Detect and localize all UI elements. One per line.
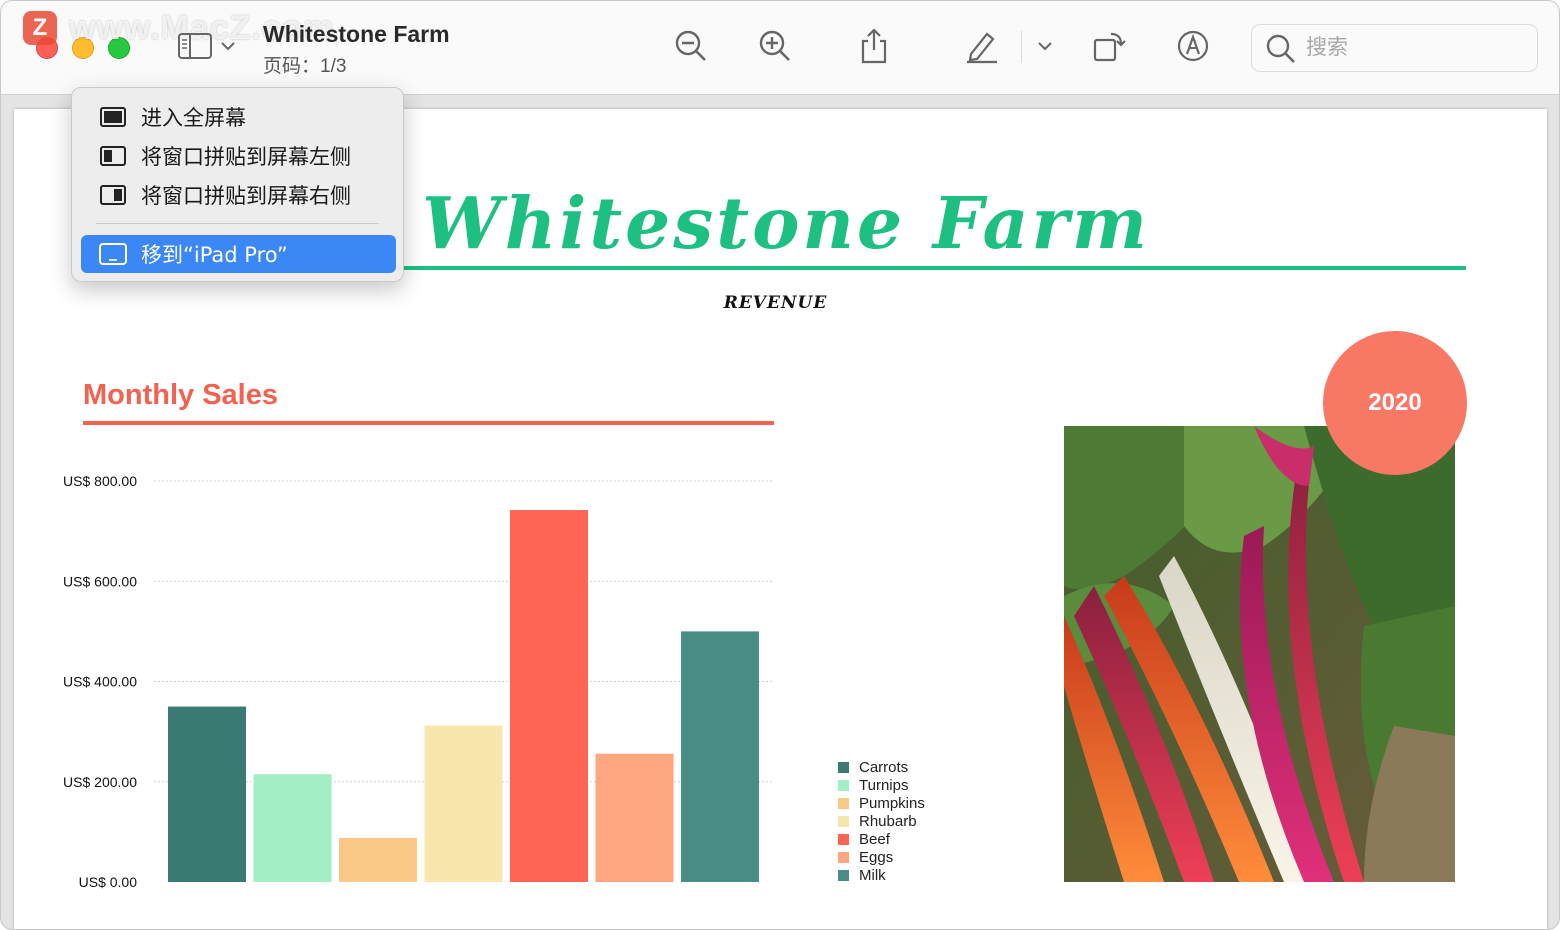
legend-label: Pumpkins [859,794,925,812]
chevron-down-icon[interactable] [211,26,245,66]
menu-item-label: 将窗口拼贴到屏幕左侧 [141,145,351,169]
y-tick-label: US$ 200.00 [63,774,137,790]
legend-label: Beef [859,830,890,848]
menu-item-label: 将窗口拼贴到屏幕右侧 [141,184,351,208]
menu-item-label: 移到“iPad Pro” [141,243,288,267]
bar-eggs [595,753,674,882]
legend-swatch [838,851,849,863]
legend-label: Milk [859,866,886,884]
watermark-logo: Z [23,11,57,45]
monthly-sales-rule [83,421,774,425]
legend-swatch [838,833,849,845]
title-rule [394,266,1466,270]
toolbar-separator [1021,31,1022,63]
chart-legend: Carrots Turnips Pumpkins Rhubarb Beef Eggs Mil… [838,758,925,884]
fullscreen-icon [99,106,127,128]
monthly-sales-chart: US$ 0.00 US$ 200.00 US$ 400.00 US$ 600.00 US… [63,473,774,890]
menu-item-tile-left[interactable]: 将窗口拼贴到屏幕左侧 [81,137,396,175]
bar-pumpkins [339,837,417,882]
farm-title: Whitestone Farm [422,181,1150,265]
highlight-pen-icon[interactable] [961,26,1001,66]
zoom-out-icon[interactable] [671,26,711,66]
bar-rhubarb [424,725,503,882]
legend-item-beef: Beef [838,830,925,848]
legend-label: Rhubarb [859,812,917,830]
bar-beef [510,510,588,882]
legend-item-milk: Milk [838,866,925,884]
bar-carrots [168,706,246,882]
search-field[interactable] [1251,24,1538,72]
vegetables-photo [1064,426,1455,882]
legend-label: Carrots [859,758,909,776]
revenue-heading: REVENUE [723,293,828,313]
legend-swatch [838,869,849,881]
bar-turnips [253,774,332,882]
toolbar: Z www.MacZ.com Whitestone Farm 页码：1/3 [1,1,1559,95]
bar-milk [681,631,759,882]
zoom-in-icon[interactable] [755,26,795,66]
menu-separator [96,223,379,224]
y-tick-label: US$ 0.00 [79,874,138,890]
legend-swatch [838,797,849,809]
menu-item-tile-right[interactable]: 将窗口拼贴到屏幕右侧 [81,176,396,214]
y-tick-label: US$ 400.00 [63,674,137,690]
tile-left-icon [99,145,127,167]
y-tick-label: US$ 800.00 [63,473,137,489]
legend-item-pumpkins: Pumpkins [838,794,925,812]
legend-label: Eggs [859,848,894,866]
ipad-icon [99,243,127,265]
legend-item-turnips: Turnips [838,776,925,794]
menu-item-label: 进入全屏幕 [141,106,246,130]
legend-swatch [838,815,849,827]
preview-window: Z www.MacZ.com Whitestone Farm 页码：1/3 搜索… [0,0,1560,930]
legend-item-rhubarb: Rhubarb [838,812,925,830]
tile-right-icon [99,184,127,206]
search-input[interactable] [1306,35,1506,59]
markup-icon[interactable] [1173,26,1213,66]
menu-item-move-to-ipad[interactable]: 移到“iPad Pro” [81,235,396,273]
chevron-down-icon[interactable] [1027,26,1063,66]
rotate-icon[interactable] [1089,26,1129,66]
year-badge: 2020 [1323,331,1467,475]
legend-item-eggs: Eggs [838,848,925,866]
y-tick-label: US$ 600.00 [63,573,137,589]
window-menu: 进入全屏幕 将窗口拼贴到屏幕左侧 将窗口拼贴到屏幕右侧 移到“iPad Pro” [71,87,404,282]
sidebar-icon[interactable] [175,26,215,66]
menu-item-enter-fullscreen[interactable]: 进入全屏幕 [81,98,396,136]
legend-item-carrots: Carrots [838,758,925,776]
search-icon [1266,34,1296,69]
monthly-sales-title: Monthly Sales [83,379,278,411]
legend-swatch [838,779,849,791]
document-title: Whitestone Farm [263,21,450,47]
legend-swatch [838,761,849,773]
page-indicator: 页码：1/3 [263,56,347,77]
share-icon[interactable] [854,26,894,66]
legend-label: Turnips [859,776,909,794]
